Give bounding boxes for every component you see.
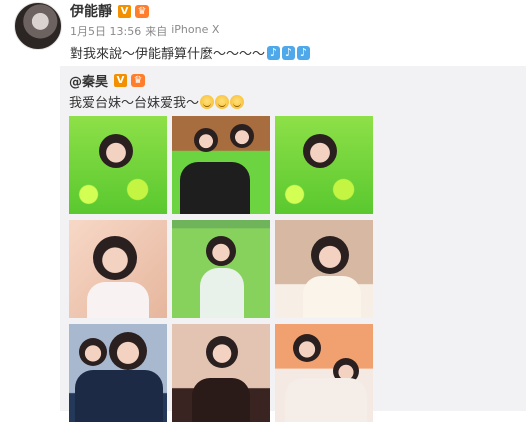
author-avatar[interactable] bbox=[14, 2, 62, 50]
photo-subject bbox=[285, 378, 367, 422]
photo-subject bbox=[79, 338, 107, 366]
smile-emoji-icon bbox=[215, 94, 230, 109]
photo-thumbnail[interactable] bbox=[275, 116, 373, 214]
post-text-content: 對我來說～伊能靜算什麼～～～～ bbox=[70, 47, 266, 62]
photo-subject bbox=[206, 336, 238, 368]
post-date[interactable]: 1月5日 13:56 bbox=[70, 23, 141, 39]
reposted-content: @秦昊 V ♛ 我爱台妹～台妹爱我～ bbox=[60, 66, 526, 422]
post-source[interactable]: iPhone X bbox=[171, 23, 219, 39]
member-crown-icon: ♛ bbox=[135, 4, 149, 18]
source-prefix: 来自 bbox=[145, 25, 168, 38]
photo-subject bbox=[87, 282, 149, 318]
photo-subject bbox=[194, 128, 218, 152]
repost-text: 我爱台妹～台妹爱我～ bbox=[69, 92, 245, 111]
photo-thumbnail[interactable] bbox=[275, 324, 373, 422]
music-note-icon: ♪ bbox=[282, 45, 296, 60]
photo-thumbnail[interactable] bbox=[172, 324, 270, 422]
photo-subject bbox=[180, 162, 250, 214]
author-row: 伊能靜 V ♛ bbox=[70, 2, 149, 20]
photo-thumbnail[interactable] bbox=[172, 220, 270, 318]
photo-subject bbox=[293, 334, 321, 362]
photo-subject bbox=[206, 236, 236, 266]
photo-subject bbox=[200, 268, 244, 318]
music-note-icon: ♪ bbox=[267, 45, 281, 60]
post-header: 伊能靜 V ♛ 1月5日 13:56 来自 iPhone X 對我來說～伊能靜算… bbox=[0, 0, 526, 66]
photo-subject bbox=[192, 378, 250, 422]
photo-thumbnail[interactable] bbox=[69, 220, 167, 318]
photo-subject bbox=[303, 134, 337, 168]
photo-subject bbox=[93, 236, 137, 280]
repost-text-content: 我爱台妹～台妹爱我～ bbox=[69, 96, 200, 111]
member-crown-icon: ♛ bbox=[131, 73, 146, 87]
verified-badge-icon: V bbox=[118, 4, 131, 18]
verified-badge-icon: V bbox=[114, 73, 128, 87]
photo-subject bbox=[75, 370, 163, 422]
post-text: 對我來說～伊能靜算什麼～～～～ ♪ ♪ ♪ bbox=[70, 43, 311, 62]
photo-thumbnail[interactable] bbox=[69, 116, 167, 214]
photo-subject bbox=[230, 124, 254, 148]
music-note-icon: ♪ bbox=[297, 45, 311, 60]
repost-author-row: @秦昊 V ♛ bbox=[69, 71, 146, 90]
photo-subject bbox=[303, 276, 361, 318]
repost-author-name[interactable]: @秦昊 bbox=[69, 71, 108, 90]
author-name[interactable]: 伊能靜 bbox=[70, 1, 112, 21]
photo-subject bbox=[311, 236, 349, 274]
smile-emoji-icon bbox=[200, 94, 215, 109]
photo-thumbnail[interactable] bbox=[172, 116, 270, 214]
photo-subject bbox=[99, 134, 133, 168]
post-meta: 1月5日 13:56 来自 iPhone X bbox=[70, 23, 219, 39]
photo-thumbnail[interactable] bbox=[275, 220, 373, 318]
photo-subject bbox=[109, 332, 147, 370]
photo-thumbnail[interactable] bbox=[69, 324, 167, 422]
smile-emoji-icon bbox=[230, 94, 245, 109]
